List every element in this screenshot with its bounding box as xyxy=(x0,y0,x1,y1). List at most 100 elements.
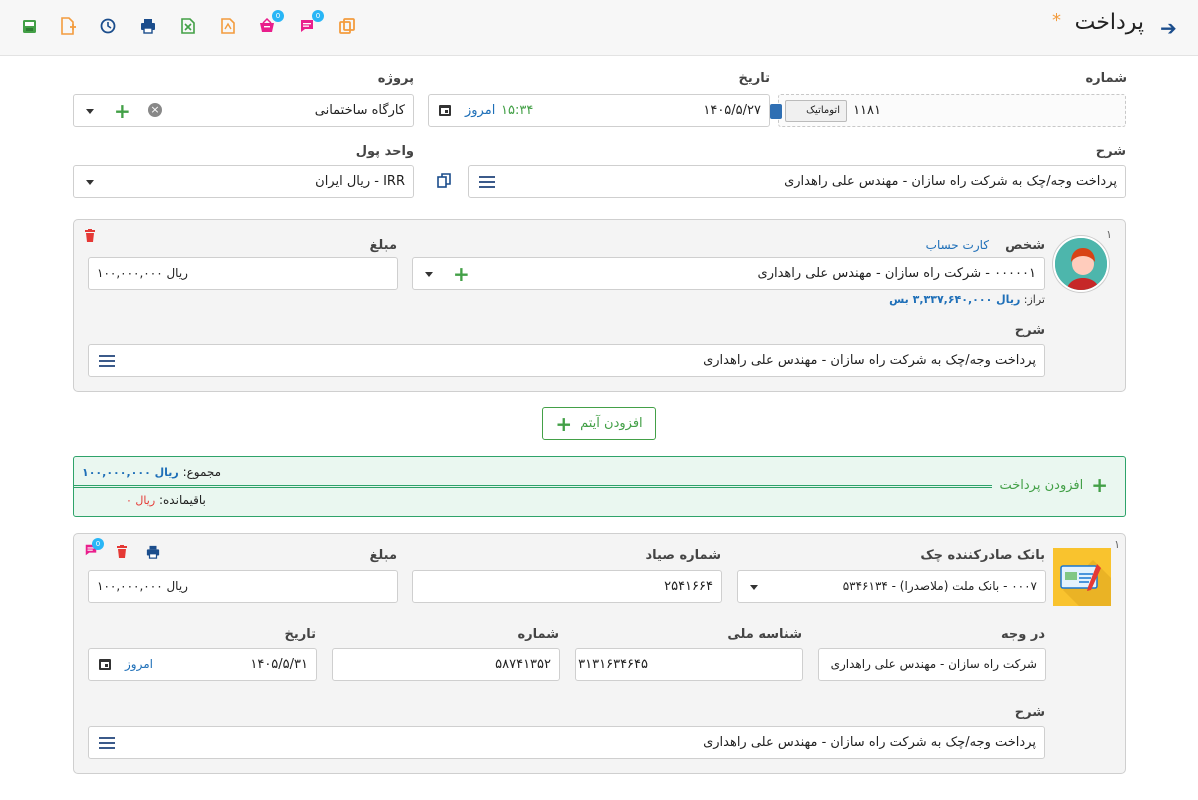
cheque-desc-field[interactable]: پرداخت وجه/چک به شرکت راه سازان - مهندس … xyxy=(88,726,1045,759)
payee-value: شرکت راه سازان - مهندس علی راهداری xyxy=(830,657,1037,671)
bank-label: بانک صادرکننده چک xyxy=(920,548,1045,563)
cheque-icon xyxy=(1053,548,1111,606)
add-payment-label: افزودن پرداخت xyxy=(999,477,1084,493)
cheque-index: ۱ xyxy=(1114,538,1120,551)
total-value: ریال ۱۰۰,۰۰۰,۰۰۰ xyxy=(82,466,179,479)
unsaved-indicator: * xyxy=(1052,10,1061,31)
add-project-icon[interactable]: + xyxy=(114,101,131,121)
avatar xyxy=(1053,236,1109,292)
auto-label: اتوماتیک xyxy=(806,105,840,116)
item-desc-label: شرح xyxy=(1014,323,1045,338)
cheque-card: ۱ 0 بانک صادرکننده چک ۰۰۰۷ - بانک ملت (م… xyxy=(73,533,1126,774)
remaining: باقیمانده: ریال ۰ xyxy=(126,493,206,507)
add-item-button[interactable]: افزودن آیتم + xyxy=(542,407,656,440)
add-payment-button[interactable]: + افزودن پرداخت xyxy=(999,473,1108,497)
menu-icon[interactable] xyxy=(99,737,115,749)
print-icon[interactable] xyxy=(137,15,159,37)
chevron-down-icon[interactable] xyxy=(750,585,758,590)
currency-label: واحد پول xyxy=(355,144,414,159)
delete-icon[interactable] xyxy=(84,229,96,243)
bank-value: ۰۰۰۷ - بانک ملت (ملاصدرا) - ۵۳۴۶۱۳۴ xyxy=(842,579,1037,593)
cheque-number-field[interactable]: ۵۸۷۴۱۳۵۲ xyxy=(332,648,560,681)
project-select[interactable]: کارگاه ساختمانی × + xyxy=(73,94,414,127)
remaining-label: باقیمانده: xyxy=(158,493,206,507)
delete-icon[interactable] xyxy=(116,545,128,559)
amount-field[interactable]: ریال ۱۰۰,۰۰۰,۰۰۰ xyxy=(88,257,398,290)
excel-icon[interactable] xyxy=(177,15,199,37)
chat-badge: 0 xyxy=(92,538,104,550)
national-id-value: ۳۱۳۱۶۳۴۶۴۵ xyxy=(578,657,648,672)
currency-value: IRR - ریال ایران xyxy=(315,174,405,189)
national-id-label: شناسه ملی xyxy=(727,627,802,642)
chat-badge: 0 xyxy=(312,10,324,22)
balance-label: تراز: xyxy=(1023,293,1045,306)
desc-label: شرح xyxy=(1095,144,1126,159)
cheque-desc-label: شرح xyxy=(1014,705,1045,720)
menu-icon[interactable] xyxy=(99,355,115,367)
item-index: ۱ xyxy=(1106,228,1112,241)
plus-icon: + xyxy=(1091,473,1108,497)
time-value: ۱۵:۳۴ xyxy=(501,103,534,118)
cheque-date-label: تاریخ xyxy=(284,627,317,642)
desc-field[interactable]: پرداخت وجه/چک به شرکت راه سازان - مهندس … xyxy=(468,165,1126,198)
date-label: تاریخ xyxy=(738,71,771,86)
cheque-number-label: شماره xyxy=(517,627,559,642)
chevron-down-icon[interactable] xyxy=(425,272,433,277)
copy-desc-icon[interactable] xyxy=(437,173,451,188)
sayad-field[interactable]: ۲۵۴۱۶۶۴ xyxy=(412,570,722,603)
person-select[interactable]: ۰۰۰۰۰۱ - شرکت راه سازان - مهندس علی راهد… xyxy=(412,257,1045,290)
national-id-field[interactable]: ۳۱۳۱۶۳۴۶۴۵ xyxy=(575,648,803,681)
new-doc-icon[interactable] xyxy=(57,15,79,37)
auto-toggle[interactable]: اتوماتیک xyxy=(770,100,847,122)
add-person-icon[interactable]: + xyxy=(453,264,470,284)
item-desc-value: پرداخت وجه/چک به شرکت راه سازان - مهندس … xyxy=(703,353,1036,368)
sayad-value: ۲۵۴۱۶۶۴ xyxy=(664,579,713,594)
account-card-link[interactable]: کارت حساب xyxy=(926,238,989,252)
back-arrow-icon[interactable]: ➔ xyxy=(1160,16,1177,40)
currency-select[interactable]: IRR - ریال ایران xyxy=(73,165,414,198)
person-value: ۰۰۰۰۰۱ - شرکت راه سازان - مهندس علی راهد… xyxy=(757,266,1036,281)
balance-value: ریال ۳,۳۳۷,۶۴۰,۰۰۰ بس xyxy=(889,293,1021,306)
total: مجموع: ریال ۱۰۰,۰۰۰,۰۰۰ xyxy=(82,465,221,479)
history-icon[interactable] xyxy=(97,15,119,37)
bank-select[interactable]: ۰۰۰۷ - بانک ملت (ملاصدرا) - ۵۳۴۶۱۳۴ xyxy=(737,570,1046,603)
cheque-actions: 0 xyxy=(84,538,160,561)
sayad-label: شماره صیاد xyxy=(645,548,722,563)
payee-label: در وجه xyxy=(1000,627,1045,642)
cheque-number-value: ۵۸۷۴۱۳۵۲ xyxy=(495,657,551,672)
cheque-amount-field[interactable]: ریال ۱۰۰,۰۰۰,۰۰۰ xyxy=(88,570,398,603)
calendar-icon[interactable] xyxy=(438,103,452,117)
calendar-icon[interactable] xyxy=(98,657,112,671)
copy-icon[interactable] xyxy=(336,15,358,37)
desc-value: پرداخت وجه/چک به شرکت راه سازان - مهندس … xyxy=(784,174,1117,189)
cheque-desc-value: پرداخت وجه/چک به شرکت راه سازان - مهندس … xyxy=(703,735,1036,750)
cheque-amount-label: مبلغ xyxy=(369,548,397,563)
payee-field[interactable]: شرکت راه سازان - مهندس علی راهداری xyxy=(818,648,1046,681)
add-item-label: افزودن آیتم xyxy=(580,416,643,431)
print-icon[interactable] xyxy=(146,545,160,559)
number-field[interactable]: ۱۱۸۱ اتوماتیک xyxy=(770,94,1126,127)
save-icon[interactable] xyxy=(18,15,40,37)
project-value: کارگاه ساختمانی xyxy=(314,103,405,118)
cheque-date-field[interactable]: ۱۴۰۵/۵/۳۱ امروز xyxy=(88,648,317,681)
basket-icon[interactable]: 0 xyxy=(256,10,284,37)
chevron-down-icon[interactable] xyxy=(86,180,94,185)
chevron-down-icon[interactable] xyxy=(86,109,94,114)
cheque-amount-value: ریال ۱۰۰,۰۰۰,۰۰۰ xyxy=(97,579,188,593)
menu-icon[interactable] xyxy=(479,176,495,188)
auto-checkbox[interactable] xyxy=(770,104,782,119)
chat-icon[interactable]: 0 xyxy=(296,10,324,37)
item-desc-field[interactable]: پرداخت وجه/چک به شرکت راه سازان - مهندس … xyxy=(88,344,1045,377)
clear-icon[interactable]: × xyxy=(148,103,162,117)
cheque-date-value: ۱۴۰۵/۵/۳۱ xyxy=(250,657,308,672)
pdf-icon[interactable] xyxy=(217,15,239,37)
chat-icon[interactable]: 0 xyxy=(84,538,104,561)
project-label: پروژه xyxy=(377,71,414,86)
date-field[interactable]: ۱۴۰۵/۵/۲۷ ۱۵:۳۴ امروز xyxy=(428,94,770,127)
today-link[interactable]: امروز xyxy=(465,103,495,118)
remaining-value: ریال ۰ xyxy=(126,494,156,507)
date-value: ۱۴۰۵/۵/۲۷ xyxy=(703,103,761,118)
basket-badge: 0 xyxy=(272,10,284,22)
today-link[interactable]: امروز xyxy=(125,657,153,671)
plus-icon: + xyxy=(555,411,573,436)
